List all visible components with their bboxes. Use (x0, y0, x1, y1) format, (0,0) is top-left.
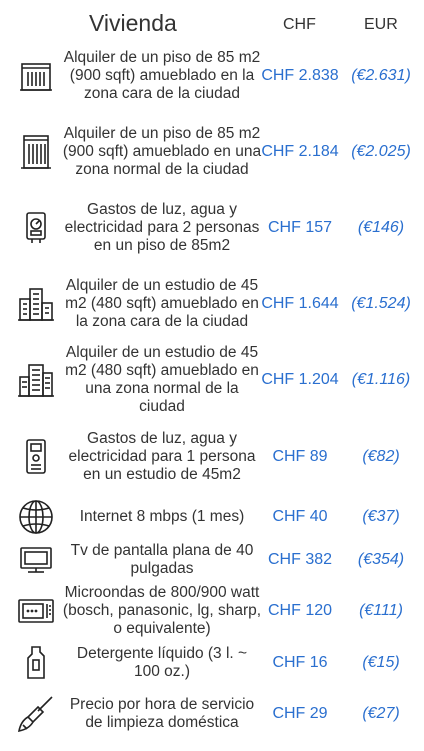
table-row: Gastos de luz, agua y electricidad para … (0, 191, 424, 265)
row-description: Internet 8 mbps (1 mes) (79, 508, 245, 525)
tv-icon (14, 540, 58, 580)
apartment-building-icon (14, 40, 58, 112)
microwave-icon (14, 582, 58, 640)
utility-meter-icon (14, 191, 58, 265)
utility-meter-icon (14, 419, 58, 494)
price-eur: (€111) (359, 602, 403, 619)
row-description: Alquiler de un estudio de 45 m2 (480 sqf… (65, 344, 259, 415)
city-buildings-icon (14, 343, 58, 417)
broom-icon (14, 686, 58, 742)
price-chf: CHF 382 (267, 551, 333, 568)
column-header-eur: EUR (364, 16, 398, 33)
price-chf: CHF 2.838 (261, 67, 339, 84)
price-chf: CHF 2.184 (261, 143, 339, 160)
price-chf: CHF 1.204 (261, 371, 339, 388)
price-eur: (€2.025) (351, 143, 411, 160)
price-eur: (€146) (357, 219, 405, 236)
row-description: Tv de pantalla plana de 40 pulgadas (70, 542, 254, 577)
table-row: Alquiler de un piso de 85 m2 (900 sqft) … (0, 115, 424, 189)
price-eur: (€82) (362, 447, 400, 465)
table-row: Alquiler de un piso de 85 m2 (900 sqft) … (0, 40, 424, 112)
housing-price-table: Vivienda CHF EUR Alquiler de un piso de … (0, 0, 424, 751)
section-title: Vivienda (89, 10, 177, 36)
city-buildings-icon (14, 267, 58, 341)
price-chf: CHF 40 (272, 508, 328, 525)
price-chf: CHF 89 (272, 447, 328, 465)
price-eur: (€15) (362, 654, 400, 671)
table-row: Internet 8 mbps (1 mes) CHF 40 (€37) (0, 496, 424, 538)
table-row: Gastos de luz, agua y electricidad para … (0, 419, 424, 494)
price-chf: CHF 16 (272, 654, 328, 671)
table-header: Vivienda CHF EUR (0, 0, 424, 40)
price-eur: (€27) (362, 705, 400, 722)
price-chf: CHF 157 (267, 219, 333, 236)
table-row: Detergente líquido (3 l. ~ 100 oz.) CHF … (0, 642, 424, 684)
row-description: Gastos de luz, agua y electricidad para … (68, 429, 256, 483)
price-eur: (€354) (357, 551, 405, 568)
row-description: Precio por hora de servicio de limpieza … (69, 696, 255, 731)
price-chf: CHF 120 (267, 602, 333, 619)
apartment-building-icon (14, 115, 58, 189)
row-description: Alquiler de un estudio de 45 m2 (480 sqf… (65, 277, 259, 330)
table-row: Microondas de 800/900 watt (bosch, panas… (0, 582, 424, 640)
table-row: Alquiler de un estudio de 45 m2 (480 sqf… (0, 267, 424, 341)
row-description: Microondas de 800/900 watt (bosch, panas… (62, 584, 262, 637)
table-row: Precio por hora de servicio de limpieza … (0, 686, 424, 742)
table-row: Tv de pantalla plana de 40 pulgadas CHF … (0, 540, 424, 580)
row-description: Alquiler de un piso de 85 m2 (900 sqft) … (63, 49, 261, 102)
detergent-bottle-icon (14, 642, 58, 684)
price-eur: (€37) (362, 508, 400, 525)
price-chf: CHF 29 (272, 705, 328, 722)
price-eur: (€1.116) (351, 371, 411, 388)
row-description: Alquiler de un piso de 85 m2 (900 sqft) … (62, 125, 262, 178)
price-eur: (€2.631) (351, 67, 411, 84)
price-eur: (€1.524) (351, 295, 411, 312)
column-header-chf: CHF (283, 16, 316, 33)
globe-icon (14, 496, 58, 538)
price-chf: CHF 1.644 (261, 295, 339, 312)
table-row: Alquiler de un estudio de 45 m2 (480 sqf… (0, 343, 424, 417)
row-description: Detergente líquido (3 l. ~ 100 oz.) (76, 645, 248, 680)
row-description: Gastos de luz, agua y electricidad para … (64, 201, 260, 254)
